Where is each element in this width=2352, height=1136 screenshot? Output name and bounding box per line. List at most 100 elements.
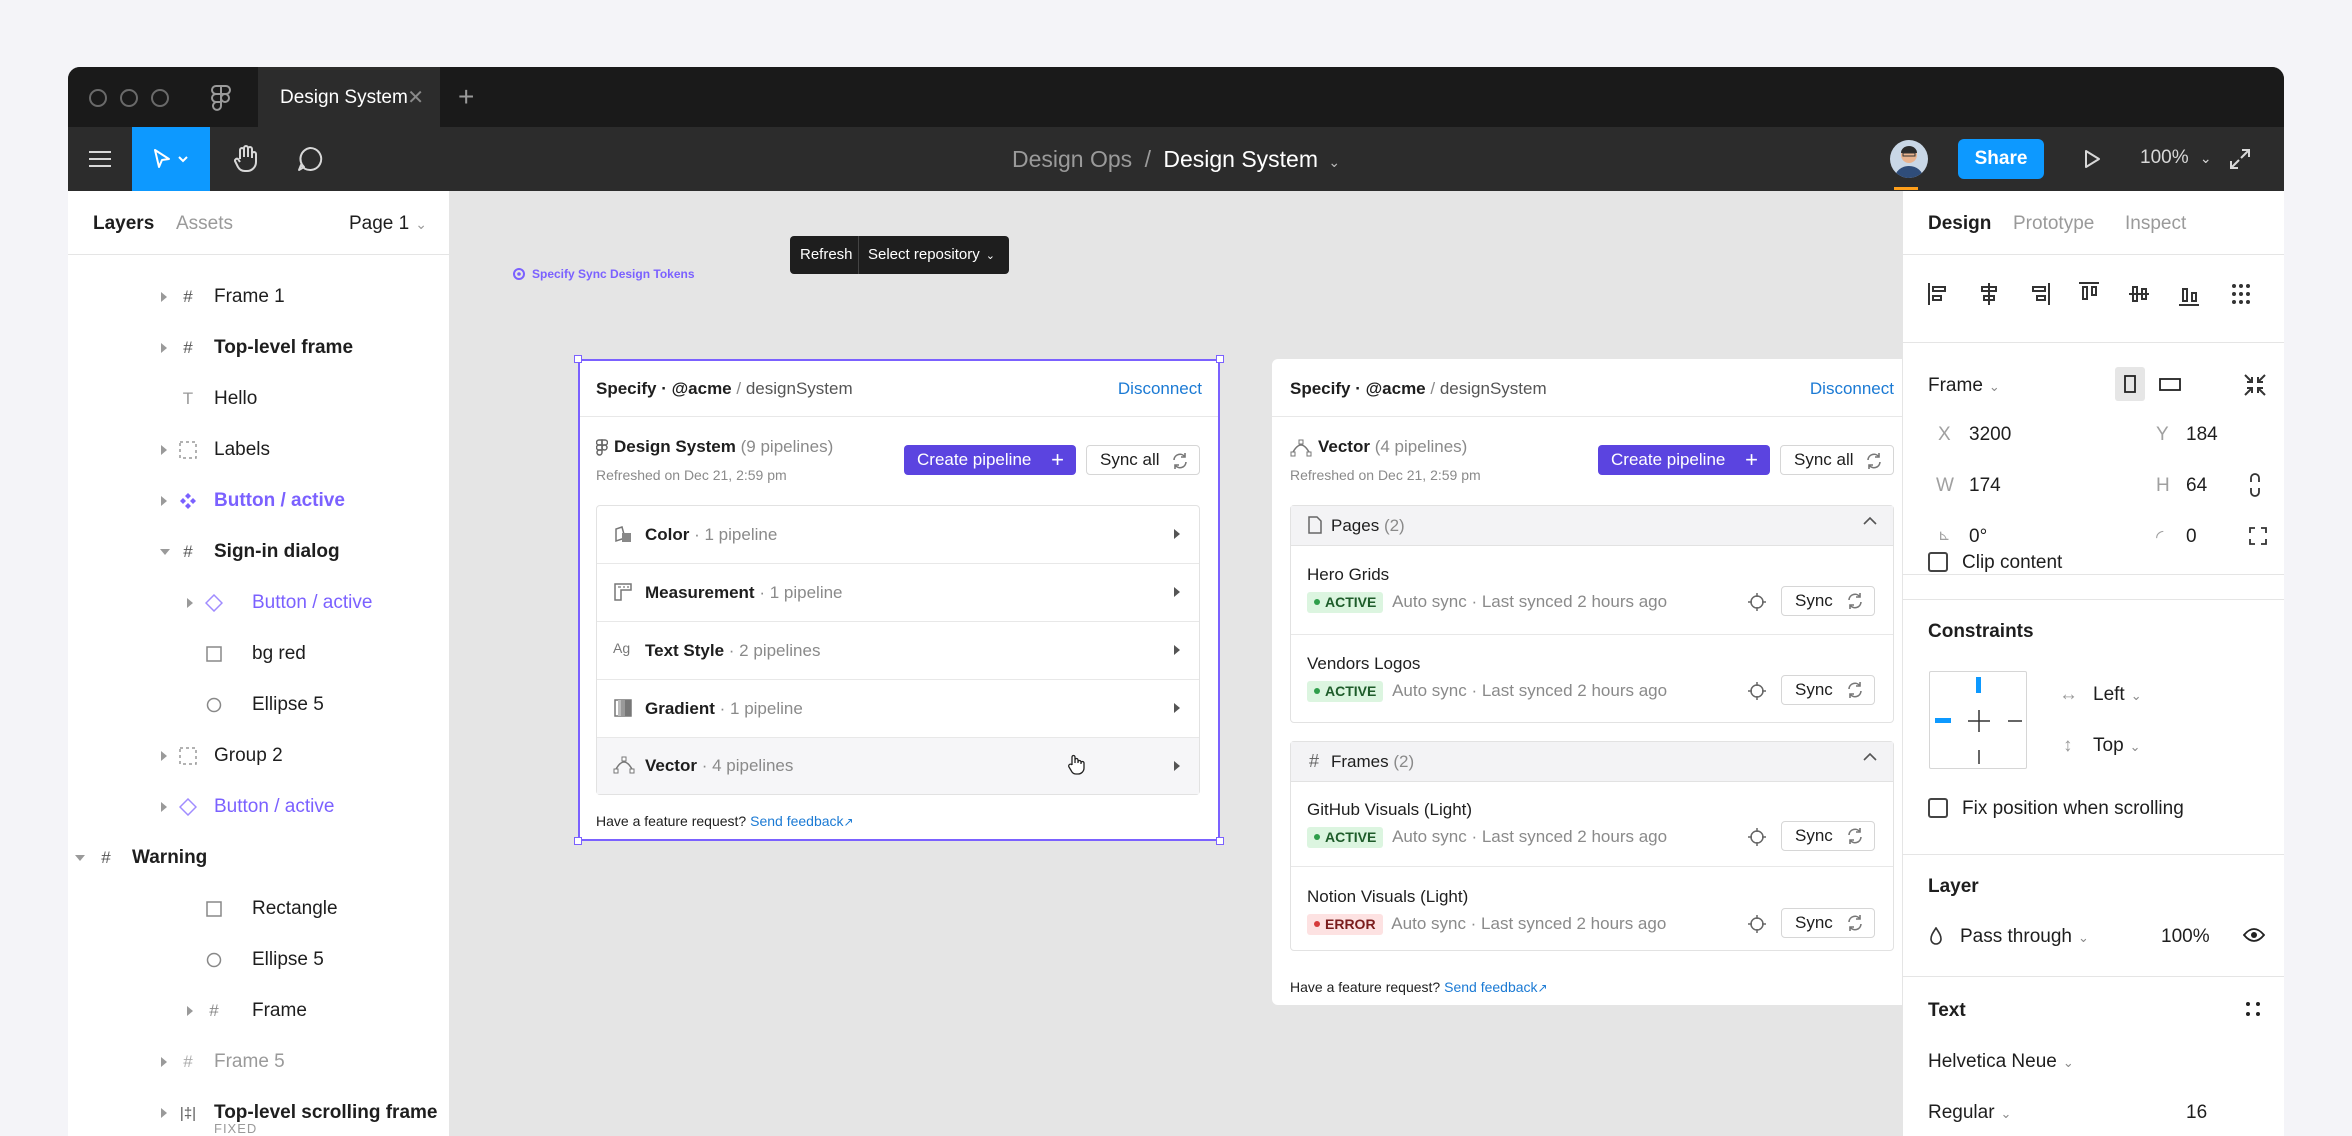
collapse-caret-icon[interactable] xyxy=(75,855,85,861)
hand-tool-icon[interactable] xyxy=(216,127,276,191)
layer-row[interactable]: Button / active xyxy=(68,782,450,832)
list-item[interactable]: Vector · 4 pipelines xyxy=(597,738,1199,794)
list-item[interactable]: Gradient · 1 pipeline xyxy=(597,680,1199,738)
independent-corners-icon[interactable] xyxy=(2249,527,2267,545)
selection-handle[interactable] xyxy=(1216,837,1224,845)
file-breadcrumb[interactable]: Design Ops / Design System ⌄ xyxy=(1012,146,1340,173)
page-selector[interactable]: Page 1 ⌄ xyxy=(349,213,427,235)
portrait-orientation-button[interactable] xyxy=(2115,367,2145,401)
blend-mode-dropdown[interactable]: Pass through ⌄ xyxy=(1960,926,2089,948)
clip-content-checkbox[interactable] xyxy=(1928,552,1948,572)
locate-crosshair-icon[interactable] xyxy=(1747,827,1767,847)
resize-to-fit-icon[interactable] xyxy=(2243,373,2267,397)
zoom-dropdown[interactable]: 100% ⌄ xyxy=(2140,147,2212,169)
chevron-up-icon[interactable] xyxy=(1863,516,1877,526)
sync-button[interactable]: Sync xyxy=(1781,586,1875,616)
expand-caret-icon[interactable] xyxy=(161,1108,167,1118)
expand-caret-icon[interactable] xyxy=(161,802,167,812)
disconnect-link[interactable]: Disconnect xyxy=(1810,379,1894,399)
locate-crosshair-icon[interactable] xyxy=(1747,914,1767,934)
chevron-up-icon[interactable] xyxy=(1863,752,1877,762)
expand-caret-icon[interactable] xyxy=(161,496,167,506)
text-styles-grid-icon[interactable] xyxy=(2245,1001,2261,1017)
expand-caret-icon[interactable] xyxy=(161,445,167,455)
pages-section-header[interactable]: Pages (2) xyxy=(1291,506,1893,546)
selection-handle[interactable] xyxy=(1216,355,1224,363)
layer-row[interactable]: bg red xyxy=(68,629,450,679)
layer-row[interactable]: Group 2 xyxy=(68,731,450,781)
layer-row[interactable]: T Hello xyxy=(68,374,450,424)
locate-crosshair-icon[interactable] xyxy=(1747,592,1767,612)
selection-handle[interactable] xyxy=(574,837,582,845)
layer-row[interactable]: Labels xyxy=(68,425,450,475)
list-item[interactable]: Measurement · 1 pipeline xyxy=(597,564,1199,622)
layer-row[interactable]: # Frame xyxy=(68,986,450,1036)
selection-handle[interactable] xyxy=(574,355,582,363)
layer-row[interactable]: # Frame 5 xyxy=(68,1037,450,1087)
layer-row[interactable]: # Frame 1 xyxy=(68,272,450,322)
figma-logo-icon[interactable] xyxy=(210,85,232,111)
expand-caret-icon[interactable] xyxy=(161,343,167,353)
send-feedback-link[interactable]: Send feedback↗ xyxy=(1444,979,1547,995)
list-item[interactable]: Color · 1 pipeline xyxy=(597,506,1199,564)
window-maximize-dot[interactable] xyxy=(151,89,169,107)
sync-all-button[interactable]: Sync all xyxy=(1780,445,1894,475)
expand-caret-icon[interactable] xyxy=(161,751,167,761)
vertical-constraint-dropdown[interactable]: Top ⌄ xyxy=(2093,735,2141,757)
breadcrumb-file[interactable]: Design System xyxy=(1163,146,1318,172)
frame-type-dropdown[interactable]: Frame ⌄ xyxy=(1928,375,2000,397)
create-pipeline-button[interactable]: Create pipeline + xyxy=(904,445,1076,475)
tab-design[interactable]: Design xyxy=(1928,213,1991,235)
fix-position-checkbox[interactable] xyxy=(1928,798,1948,818)
tab-design-system[interactable]: Design System ✕ xyxy=(258,67,440,127)
layer-row[interactable]: Rectangle xyxy=(68,884,450,934)
constraints-widget[interactable] xyxy=(1929,671,2027,769)
expand-caret-icon[interactable] xyxy=(187,1006,193,1016)
tab-layers[interactable]: Layers xyxy=(93,213,154,235)
user-avatar[interactable] xyxy=(1890,140,1928,178)
window-close-dot[interactable] xyxy=(89,89,107,107)
locate-crosshair-icon[interactable] xyxy=(1747,681,1767,701)
comment-tool-icon[interactable] xyxy=(280,127,340,191)
chevron-down-icon[interactable]: ⌄ xyxy=(1328,154,1340,170)
tab-assets[interactable]: Assets xyxy=(176,213,233,235)
expand-caret-icon[interactable] xyxy=(161,292,167,302)
x-input[interactable]: 3200 xyxy=(1969,424,2011,446)
create-pipeline-button[interactable]: Create pipeline + xyxy=(1598,445,1770,475)
expand-caret-icon[interactable] xyxy=(161,1057,167,1067)
height-input[interactable]: 64 xyxy=(2186,475,2207,497)
breadcrumb-project[interactable]: Design Ops xyxy=(1012,146,1132,172)
font-weight-dropdown[interactable]: Regular ⌄ xyxy=(1928,1102,2011,1124)
font-family-dropdown[interactable]: Helvetica Neue ⌄ xyxy=(1928,1051,2074,1073)
window-minimize-dot[interactable] xyxy=(120,89,138,107)
main-menu-icon[interactable] xyxy=(68,127,132,191)
width-input[interactable]: 174 xyxy=(1969,475,2001,497)
layer-row[interactable]: Ellipse 5 xyxy=(68,935,450,985)
corner-radius-input[interactable]: 0 xyxy=(2186,526,2197,548)
disconnect-link[interactable]: Disconnect xyxy=(1118,379,1202,399)
sync-all-button[interactable]: Sync all xyxy=(1086,445,1200,475)
move-tool-button[interactable] xyxy=(132,127,210,191)
frames-section-header[interactable]: # Frames (2) xyxy=(1291,742,1893,782)
opacity-input[interactable]: 100% xyxy=(2161,926,2210,948)
present-play-icon[interactable] xyxy=(2072,127,2112,191)
collapse-caret-icon[interactable] xyxy=(160,549,170,555)
font-size-input[interactable]: 16 xyxy=(2186,1102,2207,1124)
layer-row[interactable]: Button / active xyxy=(68,578,450,628)
refresh-button[interactable]: Refresh xyxy=(800,246,853,263)
send-feedback-link[interactable]: Send feedback↗ xyxy=(750,813,853,829)
frame-name-label[interactable]: Specify Sync Design Tokens xyxy=(510,265,695,283)
visibility-eye-icon[interactable] xyxy=(2243,927,2265,943)
rotation-input[interactable]: 0° xyxy=(1969,526,1987,548)
fullscreen-icon[interactable] xyxy=(2220,127,2260,191)
expand-caret-icon[interactable] xyxy=(187,598,193,608)
landscape-orientation-button[interactable] xyxy=(2153,367,2187,401)
tab-inspect[interactable]: Inspect xyxy=(2125,213,2186,235)
select-repository-dropdown[interactable]: Select repository ⌄ xyxy=(868,246,995,263)
layer-row[interactable]: Button / active xyxy=(68,476,450,526)
list-item[interactable]: Ag Text Style · 2 pipelines xyxy=(597,622,1199,680)
sync-button[interactable]: Sync xyxy=(1781,908,1875,938)
horizontal-constraint-dropdown[interactable]: Left ⌄ xyxy=(2093,684,2142,706)
tab-close-icon[interactable]: ✕ xyxy=(407,85,424,110)
layer-row[interactable]: # Warning xyxy=(68,833,450,883)
